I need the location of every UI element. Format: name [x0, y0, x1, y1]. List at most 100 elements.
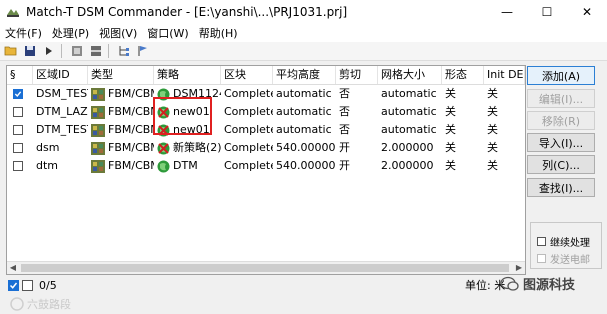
cell-select — [7, 139, 33, 157]
cell-grid-size-text: 2.000000 — [381, 159, 434, 172]
cell-region-id: dtm — [33, 157, 88, 175]
table-row[interactable]: DSM_TESTFBM/CBMDSM1124Completeautomatic否… — [7, 85, 525, 103]
table-row[interactable]: dtm FBM/CBM DTM Complete540.000000开 2.000000… — [7, 157, 525, 175]
table-row[interactable]: dsm FBM/CBM 新策略(2)Complete540.000000开 2.000… — [7, 139, 525, 157]
fbm-type-icon — [91, 141, 105, 155]
menu-help[interactable]: 帮助(H) — [194, 25, 243, 41]
cell-avg-height: automatic — [273, 121, 336, 139]
row-checkbox[interactable] — [13, 107, 23, 117]
play-icon[interactable] — [41, 43, 57, 59]
cell-grid-size: automatic — [378, 103, 442, 121]
col-header-grid-size[interactable]: 网格大小 — [378, 66, 442, 84]
table-row[interactable]: DTM_LAZFBM/CBMnew01Completeautomatic否aut… — [7, 103, 525, 121]
cell-init-de: 关 — [484, 157, 525, 175]
cell-block-text: Complete — [224, 159, 273, 172]
send-email-checkbox[interactable] — [537, 254, 546, 263]
close-button[interactable]: ✕ — [567, 0, 607, 24]
col-header-strategy[interactable]: 策略 — [154, 66, 221, 84]
scroll-right-icon[interactable]: ▶ — [513, 262, 525, 274]
selected-count: 0/5 — [39, 278, 57, 292]
toolbar-separator — [61, 44, 62, 58]
table-row[interactable]: DTM_TESTFBM/CBMnew01Completeautomatic否au… — [7, 121, 525, 139]
row-checkbox[interactable] — [13, 89, 23, 99]
table-header: § 区域ID 类型 策略 区块 平均高度 剪切 网格大小 形态 Init DE — [7, 66, 525, 85]
import-button[interactable]: 导入(I)... — [527, 133, 595, 152]
cell-type: FBM/CBM — [88, 85, 154, 103]
row-checkbox[interactable] — [13, 143, 23, 153]
cell-region-id-text: dsm — [36, 141, 60, 154]
col-header-init-de[interactable]: Init DE — [484, 66, 525, 84]
columns-button[interactable]: 列(C)... — [527, 155, 595, 174]
cell-block: Complete — [221, 157, 273, 175]
cell-cut-text: 否 — [339, 105, 350, 118]
send-email-option[interactable]: 发送电邮 — [537, 251, 590, 266]
fbm-type-icon — [91, 123, 105, 137]
cell-block-text: Complete — [224, 87, 273, 100]
col-header-form[interactable]: 形态 — [442, 66, 484, 84]
cell-cut: 否 — [336, 85, 378, 103]
cell-avg-height: automatic — [273, 103, 336, 121]
cell-avg-height-text: 540.000000 — [276, 159, 336, 172]
col-header-select[interactable]: § — [7, 66, 33, 84]
cell-cut: 否 — [336, 121, 378, 139]
cell-select — [7, 103, 33, 121]
cell-cut-text: 否 — [339, 87, 350, 100]
edit-button[interactable]: 编辑(I)... — [527, 89, 595, 108]
cell-form: 关 — [442, 103, 484, 121]
add-button[interactable]: 添加(A) — [527, 66, 595, 85]
flag-icon[interactable] — [135, 43, 151, 59]
deselect-checkbox[interactable] — [22, 279, 33, 291]
continue-processing-option[interactable]: 继续处理 — [537, 234, 590, 249]
remove-button[interactable]: 移除(R) — [527, 111, 595, 130]
cell-select — [7, 121, 33, 139]
cell-cut: 否 — [336, 103, 378, 121]
row-checkbox[interactable] — [13, 161, 23, 171]
select-all-checkbox[interactable] — [8, 279, 19, 291]
cell-strategy: 新策略(2) — [154, 139, 221, 157]
cell-init-de: 关 — [484, 103, 525, 121]
scroll-left-icon[interactable]: ◀ — [7, 262, 19, 274]
menu-view[interactable]: 视图(V) — [94, 25, 142, 41]
menu-process[interactable]: 处理(P) — [47, 25, 94, 41]
maximize-button[interactable]: ☐ — [527, 0, 567, 24]
scrollbar-thumb[interactable] — [21, 264, 509, 272]
cell-grid-size: automatic — [378, 85, 442, 103]
cell-avg-height: automatic — [273, 85, 336, 103]
menu-window[interactable]: 窗口(W) — [142, 25, 193, 41]
cell-select — [7, 157, 33, 175]
footer-watermark: 六鼓路段 图源科技 — [0, 276, 607, 314]
col-header-block[interactable]: 区块 — [221, 66, 273, 84]
cell-block: Complete — [221, 121, 273, 139]
minimize-button[interactable]: — — [487, 0, 527, 24]
cell-region-id-text: DSM_TEST — [36, 87, 88, 100]
continue-processing-checkbox[interactable] — [537, 237, 546, 246]
menu-file[interactable]: 文件(F) — [0, 25, 47, 41]
cell-init-de: 关 — [484, 139, 525, 157]
cell-block-text: Complete — [224, 141, 273, 154]
cell-init-de-text: 关 — [487, 87, 498, 100]
find-button[interactable]: 查找(I)... — [527, 178, 595, 197]
grid-icon-2[interactable] — [88, 43, 104, 59]
cell-strategy-text: DTM — [173, 159, 198, 172]
open-folder-icon[interactable] — [3, 43, 19, 59]
cell-region-id-text: DTM_LAZ — [36, 105, 88, 118]
horizontal-scrollbar[interactable]: ◀ ▶ — [7, 261, 525, 274]
row-checkbox[interactable] — [13, 125, 23, 135]
col-header-cut[interactable]: 剪切 — [336, 66, 378, 84]
cell-avg-height-text: automatic — [276, 87, 332, 100]
tree-icon[interactable] — [116, 43, 132, 59]
cell-init-de-text: 关 — [487, 159, 498, 172]
cell-type-text: FBM/CBM — [108, 159, 154, 172]
col-header-region-id[interactable]: 区域ID — [33, 66, 88, 84]
cell-region-id: DSM_TEST — [33, 85, 88, 103]
col-header-type[interactable]: 类型 — [88, 66, 154, 84]
cell-type: FBM/CBM — [88, 121, 154, 139]
fbm-type-icon — [91, 105, 105, 119]
title-bar: Match-T DSM Commander - [E:\yanshi\...\P… — [0, 0, 607, 24]
fbm-type-icon — [91, 87, 105, 101]
cell-strategy: DTM — [154, 157, 221, 175]
save-icon[interactable] — [22, 43, 38, 59]
cell-type: FBM/CBM — [88, 157, 154, 175]
col-header-avg-height[interactable]: 平均高度 — [273, 66, 336, 84]
grid-icon[interactable] — [69, 43, 85, 59]
